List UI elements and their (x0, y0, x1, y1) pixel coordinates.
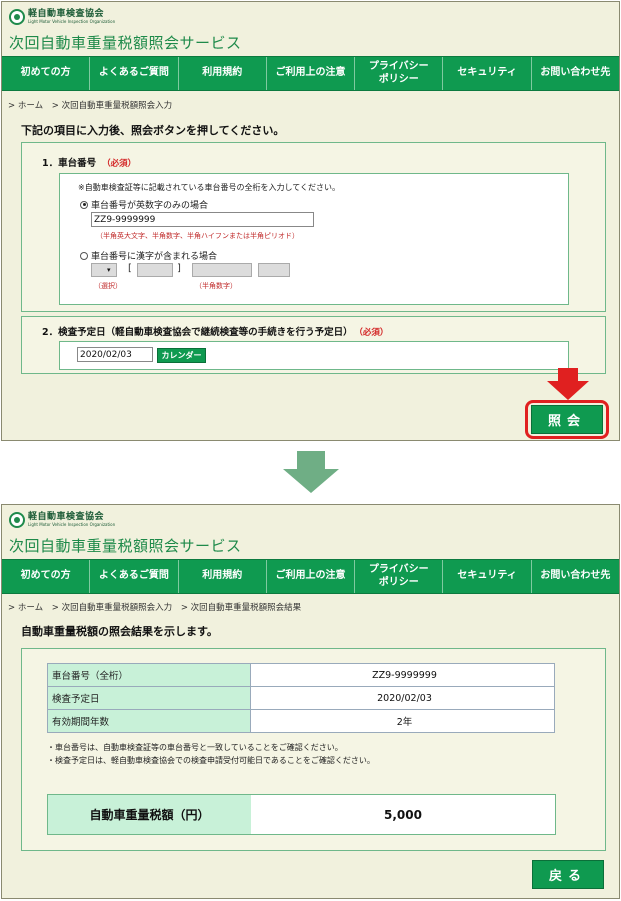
tax-amount-box: 自動車重量税額（円） 5,000 (47, 794, 556, 835)
logo-org-name: 軽自動車検査協会 (28, 9, 105, 19)
org-logo-2[interactable]: 軽自動車検査協会 Light Motor Vehicle Inspection … (9, 512, 115, 528)
back-button[interactable]: 戻る (532, 860, 604, 889)
query-button[interactable]: 照会 (531, 405, 603, 434)
breadcrumb-input[interactable]: > 次回自動車重量税額照会入力 (52, 603, 172, 613)
bracket-open: [ (128, 263, 132, 274)
page-heading: 下記の項目に入力後、照会ボタンを押してください。 (21, 124, 285, 137)
required-mark-2: （必須） (358, 328, 389, 338)
digits-hint: （半角数字） (195, 282, 237, 290)
tax-amount-value: 5,000 (251, 795, 555, 834)
nav-contact[interactable]: お問い合わせ先 (532, 560, 619, 593)
main-nav-2: 初めての方 よくあるご質問 利用規約 ご利用上の注意 プライバシー ポリシー セ… (2, 559, 619, 594)
logo-org-name-en: Light Motor Vehicle Inspection Organizat… (28, 19, 116, 24)
nav-privacy[interactable]: プライバシー ポリシー (355, 57, 444, 90)
red-arrow-icon (547, 368, 589, 400)
table-row: 検査予定日 2020/02/03 (47, 686, 555, 710)
required-mark: （必須） (102, 159, 137, 169)
kanji-select[interactable]: ▾ (91, 263, 117, 277)
table-row: 有効期間年数 2年 (47, 709, 555, 733)
calendar-button[interactable]: カレンダー (157, 348, 206, 363)
inspection-date-label: 2．検査予定日（軽自動車検査協会で継続検査等の手続きを行う予定日） （必須） (42, 327, 389, 338)
nav-terms[interactable]: 利用規約 (179, 57, 267, 90)
select-hint: （選択） (94, 282, 122, 290)
nav-privacy[interactable]: プライバシー ポリシー (355, 560, 444, 593)
site-header-2: 軽自動車検査協会 Light Motor Vehicle Inspection … (2, 505, 619, 559)
nav-usage-notes[interactable]: ご利用上の注意 (267, 560, 356, 593)
row-key-vehicle-number: 車台番号（全桁） (47, 663, 251, 687)
transition-arrow-icon (283, 451, 339, 493)
breadcrumb-current: > 次回自動車重量税額照会入力 (51, 101, 173, 111)
chevron-down-icon: ▾ (107, 266, 111, 274)
nav-usage-notes[interactable]: ご利用上の注意 (267, 57, 356, 90)
inspection-date-input[interactable]: 2020/02/03 (77, 347, 153, 362)
table-row: 車台番号（全桁） ZZ9-9999999 (47, 663, 555, 687)
nav-contact[interactable]: お問い合わせ先 (532, 57, 619, 90)
site-title: 次回自動車重量税額照会サービス (9, 34, 242, 52)
radio-alnum[interactable] (80, 200, 88, 209)
result-heading: 自動車重量税額の照会結果を示します。 (21, 625, 218, 638)
logo-org-name-en: Light Motor Vehicle Inspection Organizat… (28, 522, 116, 527)
logo-icon (9, 9, 25, 25)
nav-security[interactable]: セキュリティ (443, 560, 532, 593)
confirmation-notes: ・車台番号は、自動車検査証等の車台番号と一致していることをご確認ください。 ・検… (47, 741, 375, 767)
note-vehicle-number: ・車台番号は、自動車検査証等の車台番号と一致していることをご確認ください。 (47, 743, 343, 752)
row-key-inspection-date: 検査予定日 (47, 686, 251, 710)
vehicle-number-inner: ※自動車検査証等に記載されている車台番号の全桁を入力してください。 車台番号が英… (59, 173, 569, 305)
bracket-close: ] (177, 263, 181, 274)
alnum-hint: （半角英大文字、半角数字、半角ハイフンまたは半角ピリオド） (96, 232, 299, 240)
vehicle-number-section: 1．車台番号 （必須） ※自動車検査証等に記載されている車台番号の全桁を入力してく… (21, 142, 606, 312)
vehicle-number-label: 1．車台番号 （必須） (42, 158, 137, 169)
note-inspection-date: ・検査予定日は、軽自動車検査協会での検査申請受付可能日であることをご確認ください… (47, 756, 375, 765)
nav-terms[interactable]: 利用規約 (179, 560, 267, 593)
logo-org-name: 軽自動車検査協会 (28, 512, 105, 522)
radio-kanji[interactable] (80, 251, 88, 260)
option-kanji[interactable]: 車台番号に漢字が含まれる場合 (80, 249, 217, 262)
row-value-vehicle-number: ZZ9-9999999 (250, 663, 555, 687)
site-header: 軽自動車検査協会 Light Motor Vehicle Inspection … (2, 2, 619, 56)
row-key-validity-years: 有効期間年数 (47, 709, 251, 733)
row-value-validity-years: 2年 (250, 709, 555, 733)
breadcrumb-home[interactable]: > ホーム (8, 603, 43, 613)
option-alnum[interactable]: 車台番号が英数字のみの場合 (80, 198, 208, 211)
row-value-inspection-date: 2020/02/03 (250, 686, 555, 710)
nav-faq[interactable]: よくあるご質問 (90, 57, 179, 90)
option-alnum-label: 車台番号が英数字のみの場合 (91, 201, 209, 211)
site-title-2: 次回自動車重量税額照会サービス (9, 537, 242, 555)
result-table: 車台番号（全桁） ZZ9-9999999 検査予定日 2020/02/03 有効… (47, 663, 555, 733)
nav-faq[interactable]: よくあるご質問 (90, 560, 179, 593)
vehicle-number-input[interactable]: ZZ9-9999999 (91, 212, 314, 227)
breadcrumb-current: > 次回自動車重量税額照会結果 (180, 603, 302, 613)
kanji-part-input-1[interactable] (137, 263, 173, 277)
kanji-part-input-3[interactable] (258, 263, 290, 277)
nav-security[interactable]: セキュリティ (443, 57, 532, 90)
kanji-part-input-2[interactable] (192, 263, 252, 277)
inspection-date-inner: 2020/02/03 カレンダー (59, 341, 569, 370)
breadcrumb: > ホーム > 次回自動車重量税額照会入力 (8, 99, 178, 111)
breadcrumb-2: > ホーム > 次回自動車重量税額照会入力 > 次回自動車重量税額照会結果 (8, 601, 307, 613)
nav-first-time[interactable]: 初めての方 (2, 57, 91, 90)
result-screen: 軽自動車検査協会 Light Motor Vehicle Inspection … (1, 504, 620, 899)
tax-amount-label: 自動車重量税額（円） (48, 795, 251, 834)
main-nav: 初めての方 よくあるご質問 利用規約 ご利用上の注意 プライバシー ポリシー セ… (2, 56, 619, 91)
org-logo[interactable]: 軽自動車検査協会 Light Motor Vehicle Inspection … (9, 9, 115, 25)
input-screen: 軽自動車検査協会 Light Motor Vehicle Inspection … (1, 1, 620, 441)
vehicle-number-note: ※自動車検査証等に記載されている車台番号の全桁を入力してください。 (78, 183, 340, 192)
logo-icon (9, 512, 25, 528)
nav-first-time[interactable]: 初めての方 (2, 560, 91, 593)
inspection-date-section: 2．検査予定日（軽自動車検査協会で継続検査等の手続きを行う予定日） （必須） 20… (21, 316, 606, 374)
result-section: 車台番号（全桁） ZZ9-9999999 検査予定日 2020/02/03 有効… (21, 648, 606, 851)
option-kanji-label: 車台番号に漢字が含まれる場合 (91, 252, 218, 262)
breadcrumb-home[interactable]: > ホーム (8, 101, 43, 111)
